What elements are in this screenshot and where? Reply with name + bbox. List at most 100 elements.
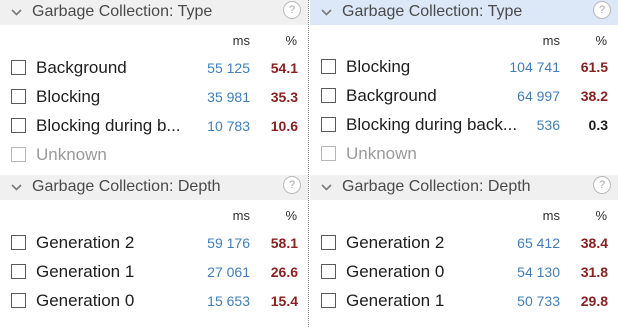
percent-value: 26.6 xyxy=(270,264,298,280)
item-label: Blocking during back... xyxy=(346,115,518,134)
gc-depth-list: Generation 2 65 412 38.4 Generation 0 54… xyxy=(310,231,618,318)
item-label: Generation 0 xyxy=(36,291,135,310)
ms-value: 50 733 xyxy=(517,293,560,309)
section-title: Garbage Collection: Depth xyxy=(342,178,531,195)
checkbox[interactable] xyxy=(321,235,336,250)
list-item[interactable]: Generation 0 15 653 15.4 xyxy=(0,289,308,318)
chevron-down-icon[interactable] xyxy=(11,184,22,191)
ms-value: 15 653 xyxy=(207,293,250,309)
checkbox[interactable] xyxy=(11,60,26,75)
left-pane: Garbage Collection: Type ? ms % Backgrou… xyxy=(0,0,308,327)
checkbox[interactable] xyxy=(11,293,26,308)
gc-type-list: Background 55 125 54.1 Blocking 35 981 3… xyxy=(0,56,308,172)
list-item[interactable]: Background 64 997 38.2 xyxy=(310,84,618,113)
gc-type-header[interactable]: Garbage Collection: Type ? xyxy=(310,0,618,25)
ms-value: 64 997 xyxy=(517,88,560,104)
list-item: Unknown xyxy=(310,142,618,171)
list-item[interactable]: Blocking 104 741 61.5 xyxy=(310,55,618,84)
checkbox[interactable] xyxy=(11,89,26,104)
chevron-down-icon[interactable] xyxy=(11,9,22,16)
help-icon[interactable]: ? xyxy=(593,176,611,194)
checkbox[interactable] xyxy=(321,88,336,103)
list-item[interactable]: Generation 0 54 130 31.8 xyxy=(310,260,618,289)
item-label: Unknown xyxy=(346,144,417,163)
chevron-down-icon[interactable] xyxy=(321,9,332,16)
item-label: Generation 2 xyxy=(346,233,445,252)
column-headers: ms % xyxy=(0,33,308,49)
list-item[interactable]: Background 55 125 54.1 xyxy=(0,56,308,85)
percent-value: 0.3 xyxy=(588,117,608,133)
checkbox xyxy=(11,147,26,162)
percent-value: 35.3 xyxy=(270,89,298,105)
help-icon[interactable]: ? xyxy=(283,1,301,19)
item-label: Generation 2 xyxy=(36,233,135,252)
section-title: Garbage Collection: Depth xyxy=(32,178,221,195)
item-label: Blocking xyxy=(346,57,411,76)
list-item[interactable]: Blocking during b... 10 783 10.6 xyxy=(0,114,308,143)
list-item[interactable]: Generation 1 50 733 29.8 xyxy=(310,289,618,318)
section-title: Garbage Collection: Type xyxy=(342,3,523,20)
column-headers: ms % xyxy=(310,33,618,49)
section-title: Garbage Collection: Type xyxy=(32,3,213,20)
column-headers: ms % xyxy=(310,208,618,224)
ms-value: 59 176 xyxy=(207,235,250,251)
column-headers: ms % xyxy=(0,208,308,224)
item-label: Background xyxy=(36,58,127,77)
gc-type-list: Blocking 104 741 61.5 Background 64 997 … xyxy=(310,55,618,171)
checkbox[interactable] xyxy=(11,235,26,250)
percent-column-header: % xyxy=(285,208,297,223)
checkbox[interactable] xyxy=(11,264,26,279)
chevron-down-icon[interactable] xyxy=(321,184,332,191)
checkbox[interactable] xyxy=(321,59,336,74)
ms-column-header: ms xyxy=(542,208,560,223)
ms-value: 536 xyxy=(536,117,560,133)
item-label: Generation 1 xyxy=(346,291,445,310)
help-icon[interactable]: ? xyxy=(283,176,301,194)
ms-column-header: ms xyxy=(542,33,560,48)
checkbox[interactable] xyxy=(321,293,336,308)
gc-depth-list: Generation 2 59 176 58.1 Generation 1 27… xyxy=(0,231,308,318)
right-pane: Garbage Collection: Type ? ms % Blocking… xyxy=(310,0,618,327)
percent-value: 29.8 xyxy=(580,293,608,309)
checkbox[interactable] xyxy=(11,118,26,133)
list-item: Unknown xyxy=(0,143,308,172)
percent-value: 38.2 xyxy=(580,88,608,104)
list-item[interactable]: Generation 1 27 061 26.6 xyxy=(0,260,308,289)
ms-value: 55 125 xyxy=(207,60,250,76)
item-label: Generation 0 xyxy=(346,262,445,281)
gc-comparison-view: Garbage Collection: Type ? ms % Backgrou… xyxy=(0,0,618,327)
percent-value: 38.4 xyxy=(580,235,608,251)
gc-depth-header[interactable]: Garbage Collection: Depth ? xyxy=(0,175,308,200)
gc-type-section: Garbage Collection: Type ? ms % Blocking… xyxy=(310,0,618,163)
checkbox[interactable] xyxy=(321,264,336,279)
item-label: Generation 1 xyxy=(36,262,135,281)
list-item[interactable]: Blocking 35 981 35.3 xyxy=(0,85,308,114)
ms-column-header: ms xyxy=(232,208,250,223)
gc-depth-section: Garbage Collection: Depth ? ms % Generat… xyxy=(0,175,308,310)
item-label: Blocking xyxy=(36,87,101,106)
list-item[interactable]: Blocking during back... 536 0.3 xyxy=(310,113,618,142)
gc-type-header[interactable]: Garbage Collection: Type ? xyxy=(0,0,308,25)
ms-value: 65 412 xyxy=(517,235,560,251)
ms-column-header: ms xyxy=(232,33,250,48)
percent-value: 54.1 xyxy=(270,60,298,76)
percent-column-header: % xyxy=(595,33,607,48)
percent-value: 31.8 xyxy=(580,264,608,280)
ms-value: 10 783 xyxy=(207,118,250,134)
ms-value: 27 061 xyxy=(207,264,250,280)
checkbox[interactable] xyxy=(321,117,336,132)
item-label: Background xyxy=(346,86,437,105)
gc-depth-header[interactable]: Garbage Collection: Depth ? xyxy=(310,175,618,200)
percent-column-header: % xyxy=(285,33,297,48)
ms-value: 104 741 xyxy=(509,59,560,75)
gc-depth-section: Garbage Collection: Depth ? ms % Generat… xyxy=(310,175,618,310)
checkbox xyxy=(321,146,336,161)
help-icon[interactable]: ? xyxy=(593,1,611,19)
list-item[interactable]: Generation 2 59 176 58.1 xyxy=(0,231,308,260)
list-item[interactable]: Generation 2 65 412 38.4 xyxy=(310,231,618,260)
pane-divider[interactable] xyxy=(308,0,309,327)
ms-value: 35 981 xyxy=(207,89,250,105)
item-label: Unknown xyxy=(36,145,107,164)
percent-value: 61.5 xyxy=(580,59,608,75)
percent-value: 10.6 xyxy=(270,118,298,134)
